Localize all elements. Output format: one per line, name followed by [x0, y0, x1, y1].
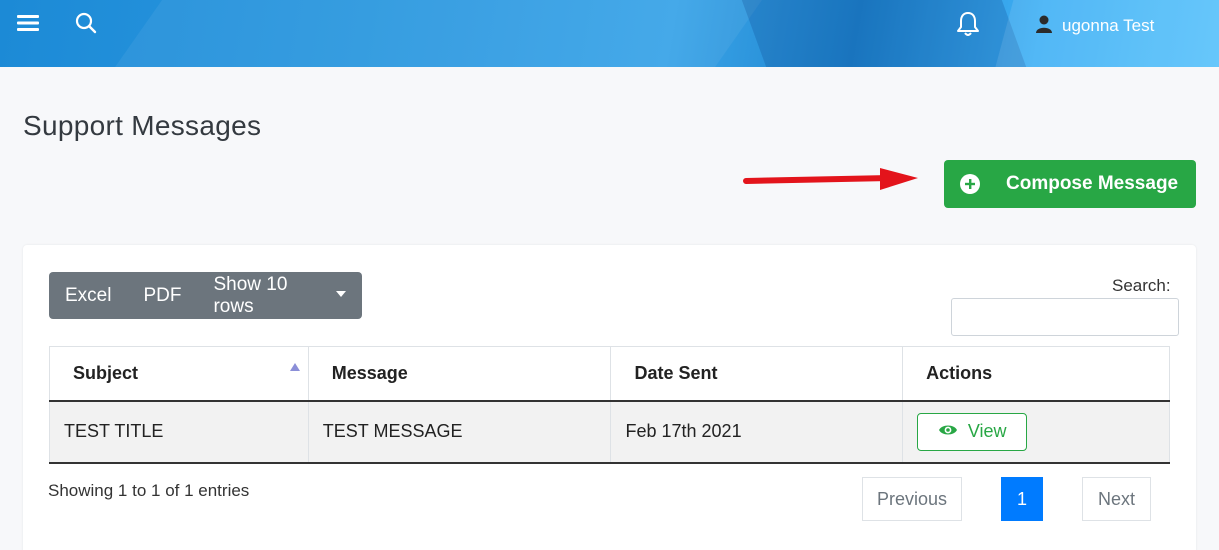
top-navbar: ugonna Test: [0, 0, 1219, 67]
column-header-message[interactable]: Message: [307, 346, 612, 402]
show-rows-dropdown[interactable]: Show 10 rows: [197, 272, 362, 319]
sort-ascending-icon: [289, 363, 300, 371]
caret-down-icon: [336, 290, 346, 297]
page-title: Support Messages: [23, 110, 262, 141]
view-button[interactable]: View: [917, 412, 1028, 451]
messages-card: Excel PDF Show 10 rows Search: Subject M…: [23, 245, 1196, 550]
compose-message-label: Compose Message: [1006, 173, 1179, 194]
search-label: Search:: [1112, 276, 1171, 295]
view-button-label: View: [967, 421, 1007, 441]
table-row: TEST TITLE TEST MESSAGE Feb 17th 2021 Vi…: [49, 400, 1170, 464]
cell-subject: TEST TITLE: [49, 400, 309, 464]
export-button-group: Excel PDF Show 10 rows: [49, 272, 362, 319]
table-header-row: Subject Message Date Sent Actions: [49, 346, 1170, 402]
excel-button[interactable]: Excel: [49, 272, 127, 319]
red-arrow-annotation: [743, 168, 918, 190]
pagination-previous[interactable]: Previous: [862, 477, 962, 521]
search-input[interactable]: [951, 298, 1179, 336]
hamburger-menu-icon[interactable]: [14, 10, 42, 36]
entries-info: Showing 1 to 1 of 1 entries: [48, 481, 250, 500]
search-icon[interactable]: [72, 10, 100, 36]
pagination-page-1[interactable]: 1: [1001, 477, 1043, 521]
plus-circle-icon: [960, 174, 980, 194]
messages-table: Subject Message Date Sent Actions TEST T…: [49, 346, 1170, 464]
bell-icon[interactable]: [954, 10, 982, 38]
column-header-subject[interactable]: Subject: [49, 346, 309, 402]
column-header-date-sent[interactable]: Date Sent: [610, 346, 904, 402]
compose-message-button[interactable]: Compose Message: [944, 160, 1196, 208]
pagination-next[interactable]: Next: [1082, 477, 1151, 521]
cell-actions: View: [902, 400, 1170, 464]
user-icon: [1036, 15, 1052, 38]
cell-date-sent: Feb 17th 2021: [610, 400, 904, 464]
eye-icon: [938, 421, 958, 442]
user-menu[interactable]: ugonna Test: [1036, 14, 1154, 38]
column-header-actions: Actions: [902, 346, 1170, 402]
pdf-button[interactable]: PDF: [127, 272, 197, 319]
show-rows-label: Show 10 rows: [213, 273, 288, 317]
user-name: ugonna Test: [1062, 16, 1155, 35]
cell-message: TEST MESSAGE: [307, 400, 612, 464]
